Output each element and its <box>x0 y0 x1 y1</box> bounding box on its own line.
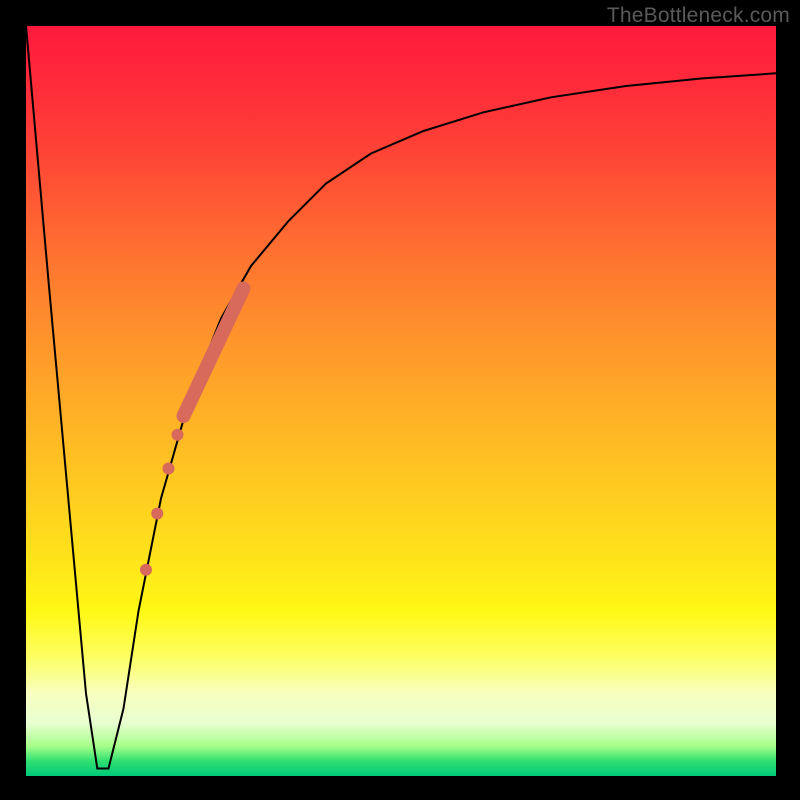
plot-area <box>26 26 776 776</box>
marker-thick-segment <box>184 289 244 417</box>
marker-dot <box>172 429 184 441</box>
bottleneck-curve <box>26 26 776 769</box>
marker-dot <box>151 508 163 520</box>
marker-dot <box>163 463 175 475</box>
chart-svg <box>26 26 776 776</box>
curve-layer <box>26 26 776 769</box>
markers-layer <box>140 289 244 576</box>
watermark-text: TheBottleneck.com <box>607 4 790 28</box>
chart-container: TheBottleneck.com <box>0 0 800 800</box>
marker-dot <box>140 564 152 576</box>
